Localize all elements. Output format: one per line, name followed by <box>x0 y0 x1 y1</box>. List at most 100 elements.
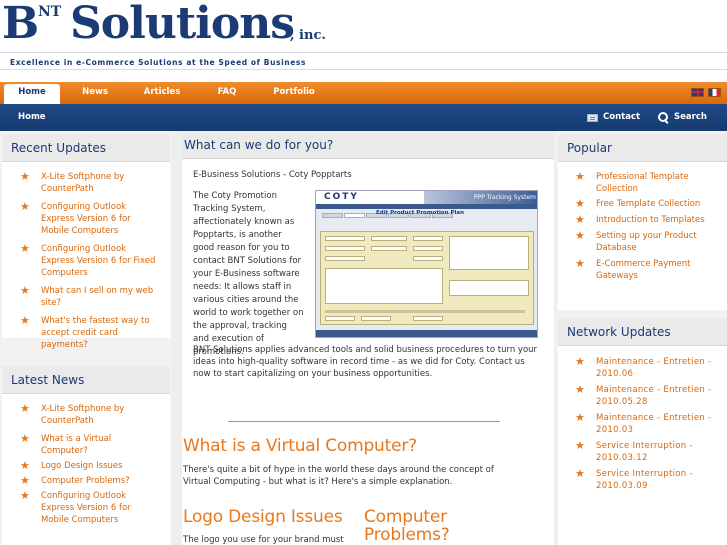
screenshot-band: PPP Tracking System <box>424 191 537 204</box>
list-item-label: X-Lite Softphone by CounterPath <box>41 404 125 426</box>
contact-label: Contact <box>603 112 641 122</box>
nav-news[interactable]: News <box>70 82 120 104</box>
star-icon: ★ <box>575 411 586 424</box>
list-item[interactable]: ★ Configuring Outlook Express Version 6 f… <box>20 490 160 526</box>
star-icon: ★ <box>575 355 586 368</box>
screenshot-field <box>413 246 443 251</box>
list-item-label: Configuring Outlook Express Version 6 fo… <box>41 244 156 278</box>
popular-box: Popular ★ Professional Template Collectio… <box>558 134 727 310</box>
nav-faq[interactable]: FAQ <box>206 82 248 104</box>
screenshot-field <box>361 316 391 321</box>
list-item[interactable]: ★ Service Interruption - 2010.03.12 <box>575 440 717 464</box>
list-item-label: Free Template Collection <box>596 199 701 209</box>
article-summary-virtual-computer: There's quite a bit of hype in the world… <box>183 465 494 487</box>
list-item[interactable]: ★ What is a Virtual Computer? <box>20 433 160 457</box>
france-flag-icon[interactable] <box>708 88 721 97</box>
list-item-label: E-Commerce Payment Gateways <box>596 259 691 281</box>
popular-list: ★ Professional Template Collection ★ Free … <box>558 162 727 282</box>
recent-updates-box: Recent Updates ★ X-Lite Softphone by Coun… <box>2 134 170 350</box>
nav-home[interactable]: Home <box>4 84 60 104</box>
recent-updates-list: ★ X-Lite Softphone by CounterPath ★ Config… <box>2 162 170 351</box>
star-icon: ★ <box>575 213 585 226</box>
screenshot-divider <box>325 310 525 313</box>
uk-flag-icon[interactable] <box>691 88 704 97</box>
screenshot-form <box>320 231 534 325</box>
list-item[interactable]: ★ Free Template Collection <box>575 198 717 210</box>
tagline: Excellence in e-Commerce Solutions at th… <box>10 58 307 67</box>
list-item-label: What's the fastest way to accept credit … <box>41 316 150 350</box>
list-item-label: What is a Virtual Computer? <box>41 434 112 456</box>
star-icon: ★ <box>20 242 30 255</box>
list-item[interactable]: ★ Maintenance - Entretien - 2010.05.28 <box>575 384 717 408</box>
list-item-label: Professional Template Collection <box>596 172 689 194</box>
screenshot-form-title: Edit Product Promotion Plan <box>376 210 464 216</box>
star-icon: ★ <box>20 170 30 183</box>
list-item[interactable]: ★ Computer Problems? <box>20 475 160 487</box>
latest-news-title: Latest News <box>2 366 170 394</box>
list-item[interactable]: ★ Service Interruption - 2010.03.09 <box>575 468 717 492</box>
list-item[interactable]: ★ X-Lite Softphone by CounterPath <box>20 171 160 195</box>
list-item[interactable]: ★ Maintenance - Entretien - 2010.06 <box>575 356 717 380</box>
screenshot-field <box>325 256 365 261</box>
list-item-label: Configuring Outlook Express Version 6 fo… <box>41 491 131 525</box>
screenshot-footer <box>316 330 537 337</box>
star-icon: ★ <box>575 197 585 210</box>
screenshot-field <box>413 256 443 261</box>
screenshot-field <box>413 316 443 321</box>
list-item[interactable]: ★ Configuring Outlook Express Version 6 f… <box>20 201 160 237</box>
screenshot-field <box>413 236 443 241</box>
search-label: Search <box>674 112 707 122</box>
subnav-home-link[interactable]: Home <box>18 104 46 131</box>
sub-nav: Home Contact Search <box>0 104 727 131</box>
star-icon: ★ <box>575 257 585 270</box>
list-item[interactable]: ★ What's the fastest way to accept credit… <box>20 315 160 351</box>
star-icon: ★ <box>575 467 586 480</box>
list-item[interactable]: ★ Configuring Outlook Express Version 6 f… <box>20 243 160 279</box>
nav-portfolio[interactable]: Portfolio <box>266 82 322 104</box>
list-item[interactable]: ★ Setting up your Product Database <box>575 230 717 254</box>
popular-title: Popular <box>558 134 727 162</box>
article-title-computer-problems[interactable]: Computer Problems? <box>364 508 474 544</box>
logo-letters-nt: NT <box>38 4 62 20</box>
network-updates-box: Network Updates ★ Maintenance - Entretien… <box>558 318 727 545</box>
list-item[interactable]: ★ E-Commerce Payment Gateways <box>575 258 717 282</box>
section-subtitle: E-Business Solutions - Coty Popptarts <box>193 170 352 180</box>
star-icon: ★ <box>20 474 30 487</box>
screenshot-field <box>325 236 365 241</box>
list-item[interactable]: ★ Maintenance - Entretien - 2010.03 <box>575 412 717 436</box>
list-item-label: Configuring Outlook Express Version 6 fo… <box>41 202 131 236</box>
language-switcher <box>691 88 721 97</box>
list-item-label: X-Lite Softphone by CounterPath <box>41 172 125 194</box>
network-updates-list: ★ Maintenance - Entretien - 2010.06 ★ Main… <box>558 346 727 492</box>
list-item-label: What can I sell on my web site? <box>41 286 154 308</box>
header-divider-bottom <box>0 69 727 70</box>
search-link[interactable]: Search <box>658 104 707 131</box>
star-icon: ★ <box>20 284 30 297</box>
list-item-label: Service Interruption - 2010.03.09 <box>596 469 693 491</box>
list-item-label: Service Interruption - 2010.03.12 <box>596 441 693 463</box>
list-item-label: Maintenance - Entretien - 2010.05.28 <box>596 385 712 407</box>
list-item[interactable]: ★ Introduction to Templates <box>575 214 717 226</box>
star-icon: ★ <box>20 314 30 327</box>
screenshot-field <box>325 316 355 321</box>
list-item[interactable]: ★ Professional Template Collection <box>575 171 717 195</box>
contact-link[interactable]: Contact <box>587 104 640 131</box>
product-screenshot: COTY PPP Tracking System Edit Product Pr… <box>315 190 538 338</box>
list-item-label: Setting up your Product Database <box>596 231 697 253</box>
list-item-label: Computer Problems? <box>41 476 130 486</box>
logo-inc: , inc. <box>290 28 326 43</box>
intro-paragraph: The Coty Promotion Tracking System, affe… <box>193 191 304 357</box>
section-divider <box>228 421 500 422</box>
article-title-logo-design[interactable]: Logo Design Issues <box>183 508 359 526</box>
list-item[interactable]: ★ What can I sell on my web site? <box>20 285 160 309</box>
list-item[interactable]: ★ Logo Design Issues <box>20 460 160 472</box>
screenshot-bar <box>316 204 537 209</box>
star-icon: ★ <box>20 489 30 502</box>
article-title-virtual-computer[interactable]: What is a Virtual Computer? <box>183 437 417 455</box>
screenshot-textarea <box>325 268 443 304</box>
list-item[interactable]: ★ X-Lite Softphone by CounterPath <box>20 403 160 427</box>
star-icon: ★ <box>575 229 585 242</box>
site-header: B NT Solutions , inc. Excellence in e-Co… <box>0 0 727 82</box>
nav-articles[interactable]: Articles <box>136 82 188 104</box>
recent-updates-title: Recent Updates <box>2 134 170 162</box>
